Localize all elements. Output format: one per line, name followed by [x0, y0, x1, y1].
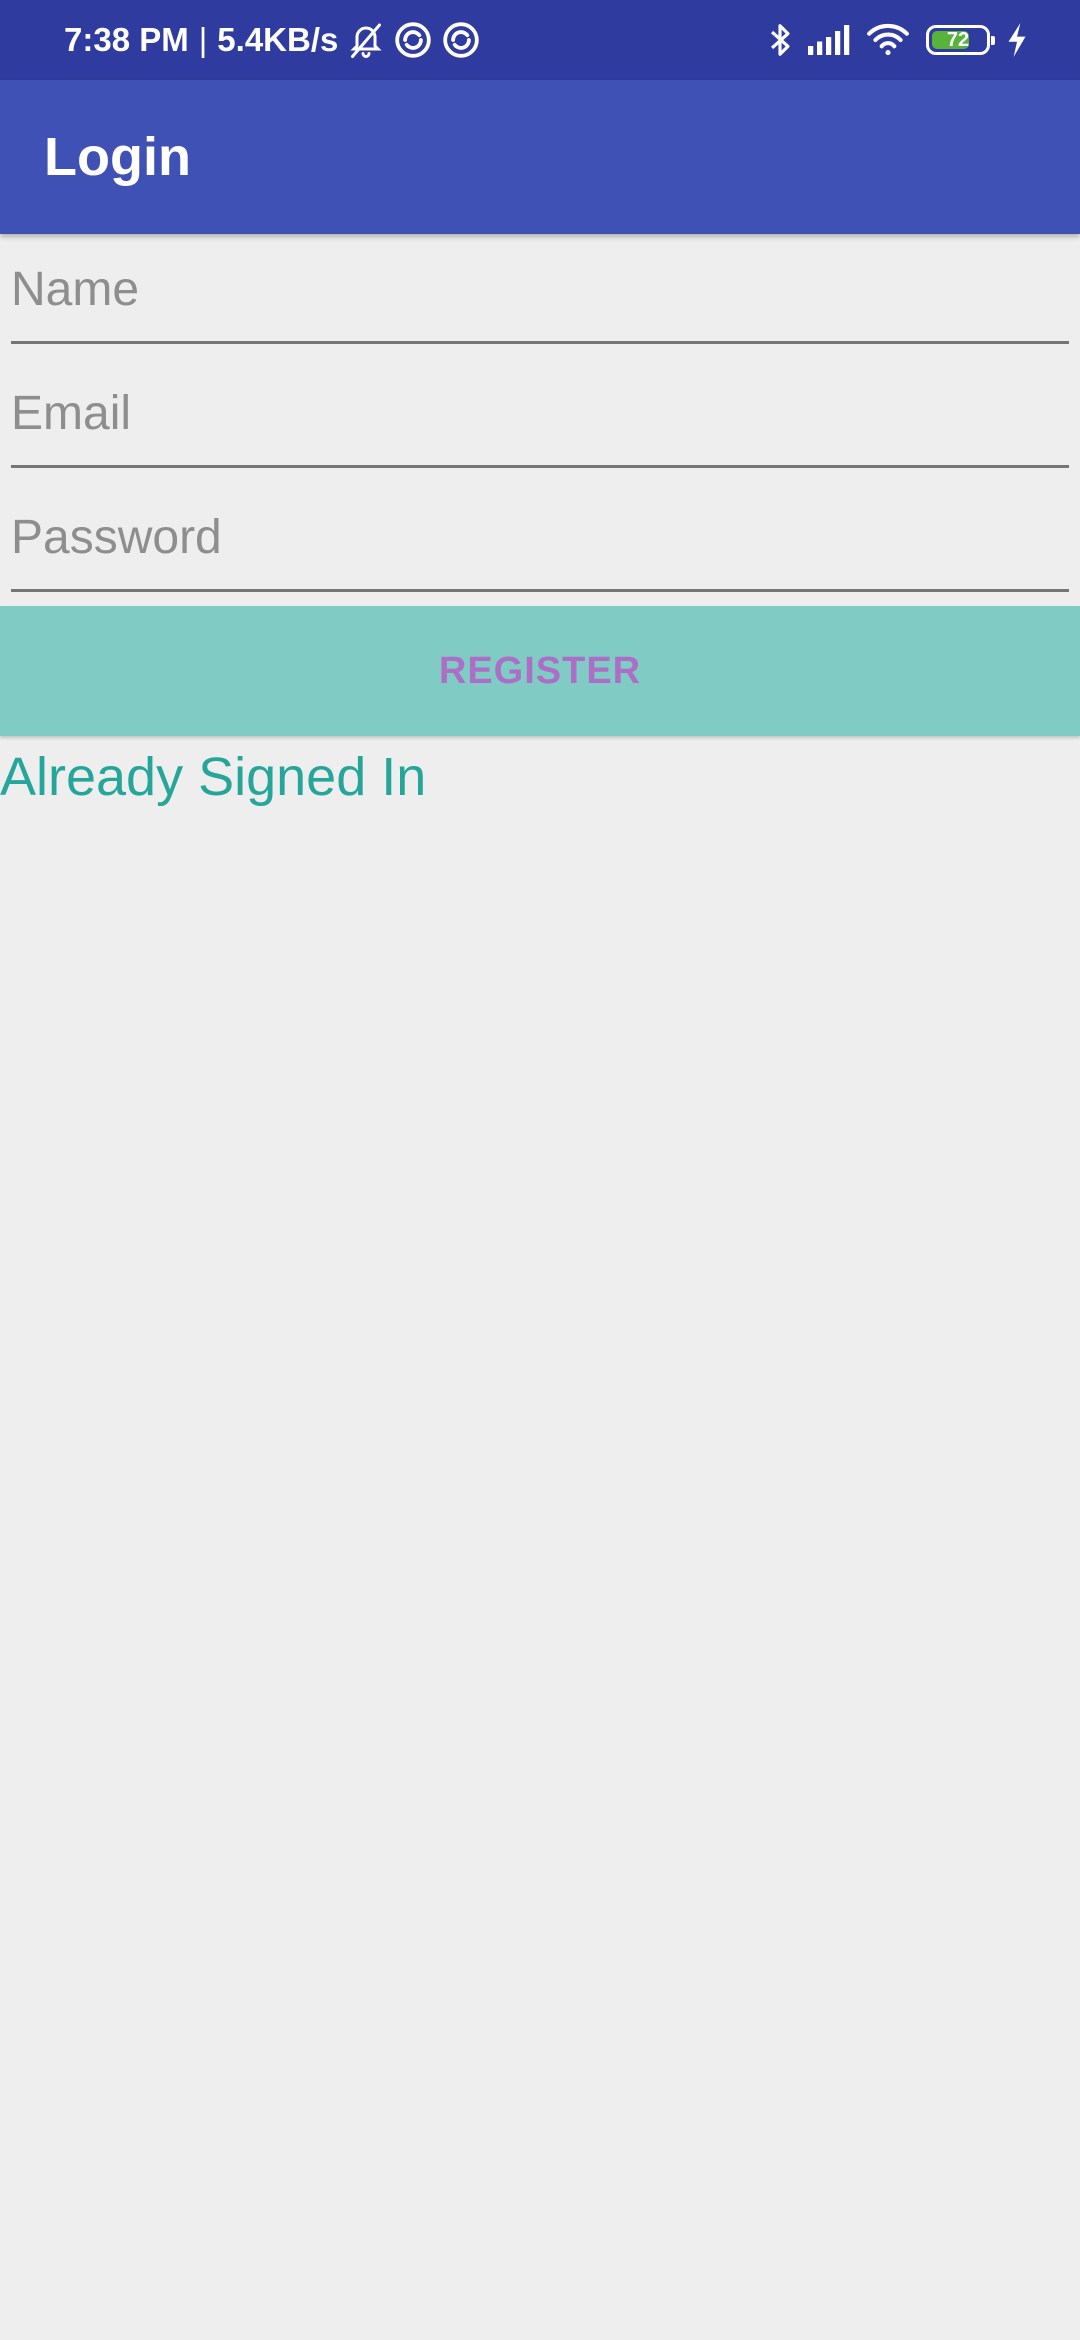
- bluetooth-icon: [768, 21, 792, 59]
- app-bar: Login: [0, 80, 1080, 234]
- signal-icon: [808, 25, 850, 55]
- wifi-icon: [866, 22, 910, 58]
- battery-percent: 72: [946, 28, 970, 51]
- status-separator: |: [198, 21, 208, 58]
- sync-circle-icon: [442, 21, 480, 59]
- already-signed-in-link[interactable]: Already Signed In: [0, 744, 426, 810]
- status-right: 72: [768, 0, 1028, 80]
- email-field[interactable]: [11, 368, 1069, 468]
- bell-off-icon: [348, 20, 384, 60]
- name-field-container: [11, 244, 1069, 344]
- status-left: 7:38 PM | 5.4KB/s: [64, 0, 480, 80]
- network-speed: 5.4KB/s: [217, 21, 339, 58]
- sync-circle-icon: [394, 21, 432, 59]
- register-button[interactable]: REGISTER: [0, 606, 1080, 736]
- charging-icon: [1006, 23, 1028, 57]
- status-time: 7:38 PM: [64, 21, 189, 58]
- status-bar: 7:38 PM | 5.4KB/s 72: [0, 0, 1080, 80]
- password-field[interactable]: [11, 492, 1069, 592]
- battery-icon: 72: [926, 25, 995, 55]
- password-field-container: [11, 492, 1069, 592]
- page-title: Login: [44, 127, 191, 187]
- email-field-container: [11, 368, 1069, 468]
- name-field[interactable]: [11, 244, 1069, 344]
